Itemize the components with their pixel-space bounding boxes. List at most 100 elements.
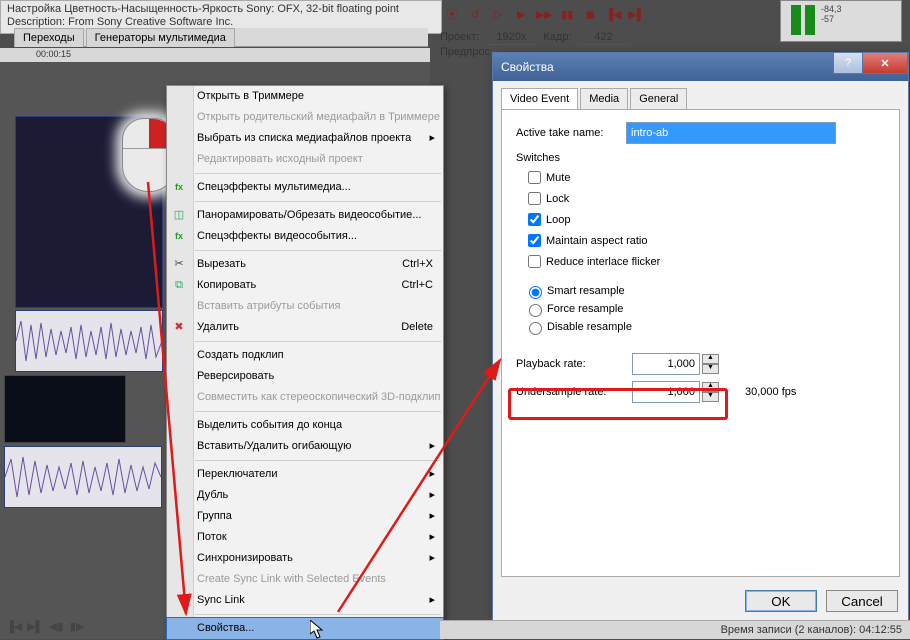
loop-label: Loop xyxy=(546,214,570,226)
meter-bar-r xyxy=(805,5,815,35)
pause-icon[interactable]: ▮▮ xyxy=(558,6,576,24)
playback-rate-down-icon[interactable]: ▼ xyxy=(702,364,719,374)
tab-media[interactable]: Media xyxy=(580,88,628,110)
menu-create-subclip[interactable]: Создать подклип xyxy=(167,345,443,366)
menu-insert-remove-envelope[interactable]: Вставить/Удалить огибающую▸ xyxy=(167,436,443,457)
frame-value: 422 xyxy=(579,30,629,45)
close-button[interactable]: ✕ xyxy=(862,53,908,74)
menu-media-fx[interactable]: fxСпецэффекты мультимедиа... xyxy=(167,177,443,198)
separator xyxy=(195,250,441,251)
menu-edit-source-project: Редактировать исходный проект xyxy=(167,149,443,170)
playback-rate-label: Playback rate: xyxy=(516,358,632,370)
menu-properties[interactable]: Свойства... xyxy=(166,617,444,640)
plugin-title: Настройка Цветность-Насыщенность-Яркость… xyxy=(7,3,435,16)
dialog-title: Свойства xyxy=(501,60,554,74)
menu-reverse[interactable]: Реверсировать xyxy=(167,366,443,387)
fx-icon: fx xyxy=(171,229,187,243)
disable-resample-label: Disable resample xyxy=(547,321,632,333)
annotation-highlight xyxy=(508,388,728,420)
ok-button[interactable]: OK xyxy=(745,590,817,612)
next-icon[interactable]: ▶▌ xyxy=(628,6,646,24)
active-take-name-input[interactable] xyxy=(626,122,836,144)
record-time-label: Время записи (2 каналов): 04:12:55 xyxy=(721,624,902,636)
menu-select-events-to-end[interactable]: Выделить события до конца xyxy=(167,415,443,436)
status-bar: Время записи (2 каналов): 04:12:55 xyxy=(440,620,910,639)
playback-rate-input[interactable] xyxy=(632,353,700,375)
menu-switches[interactable]: Переключатели▸ xyxy=(167,464,443,485)
menu-open-parent-trimmer: Открыть родительский медиафайл в Триммер… xyxy=(167,107,443,128)
menu-event-fx[interactable]: fxСпецэффекты видеособытия... xyxy=(167,226,443,247)
menu-select-from-media-list[interactable]: Выбрать из списка медиафайлов проекта▸ xyxy=(167,128,443,149)
menu-copy[interactable]: ⧉КопироватьCtrl+C xyxy=(167,275,443,296)
play-icon[interactable]: ▶ xyxy=(512,6,530,24)
properties-dialog: Свойства ? ✕ Video Event Media General A… xyxy=(492,52,909,621)
menu-synchronize[interactable]: Синхронизировать▸ xyxy=(167,548,443,569)
time-ruler[interactable]: 00:00:15 xyxy=(0,48,430,62)
meter-bar-l xyxy=(791,5,801,35)
mute-label: Mute xyxy=(546,172,570,184)
menu-pan-crop[interactable]: ◫Панорамировать/Обрезать видеособытие... xyxy=(167,205,443,226)
tab-video-event[interactable]: Video Event xyxy=(501,88,578,110)
smart-resample-radio[interactable] xyxy=(529,286,542,299)
force-resample-radio[interactable] xyxy=(529,304,542,317)
video-thumbnail[interactable] xyxy=(4,375,126,443)
menu-group[interactable]: Группа▸ xyxy=(167,506,443,527)
force-resample-label: Force resample xyxy=(547,303,623,315)
menu-cut[interactable]: ✂ВырезатьCtrl+X xyxy=(167,254,443,275)
menu-delete[interactable]: ✖УдалитьDelete xyxy=(167,317,443,338)
preview-label: Предпрос xyxy=(440,46,490,58)
dialog-titlebar[interactable]: Свойства ? ✕ xyxy=(493,53,908,81)
record-icon[interactable]: ⦿ xyxy=(443,6,461,24)
go-end-icon[interactable]: ▶▌ xyxy=(27,620,43,636)
menu-sync-link[interactable]: Sync Link▸ xyxy=(167,590,443,611)
mute-checkbox[interactable] xyxy=(528,171,541,184)
separator xyxy=(195,341,441,342)
go-start-icon[interactable]: ▐◀ xyxy=(6,620,22,636)
step-back-icon[interactable]: ◀▮ xyxy=(48,620,64,636)
scissors-icon: ✂ xyxy=(171,257,187,271)
tab-general[interactable]: General xyxy=(630,88,687,110)
lock-checkbox[interactable] xyxy=(528,192,541,205)
tab-page-video-event: Active take name: Switches Mute Lock Loo… xyxy=(501,109,900,577)
ruler-time: 00:00:15 xyxy=(36,49,71,59)
menu-stream[interactable]: Поток▸ xyxy=(167,527,443,548)
tab-media-generators[interactable]: Генераторы мультимедиа xyxy=(86,28,235,47)
prev-icon[interactable]: ▐◀ xyxy=(604,6,622,24)
smart-resample-label: Smart resample xyxy=(547,285,625,297)
separator xyxy=(195,201,441,202)
aspect-checkbox[interactable] xyxy=(528,234,541,247)
transport-bar: ⦿ ↺ ▷ ▶ ▶▶ ▮▮ ◼ ▐◀ ▶▌ xyxy=(443,6,648,24)
audio-clip-1[interactable] xyxy=(15,310,163,372)
help-button[interactable]: ? xyxy=(833,53,863,74)
fx-icon: fx xyxy=(171,180,187,194)
project-resolution: 1920x xyxy=(486,30,536,45)
pan-crop-icon: ◫ xyxy=(171,208,187,222)
interlace-label: Reduce interlace flicker xyxy=(546,256,660,268)
step-fwd-icon[interactable]: ▮▶ xyxy=(69,620,85,636)
fps-readout: 30,000 fps xyxy=(745,386,796,398)
separator xyxy=(195,614,441,615)
loop-checkbox[interactable] xyxy=(528,213,541,226)
stop-icon[interactable]: ◼ xyxy=(581,6,599,24)
disable-resample-radio[interactable] xyxy=(529,322,542,335)
audio-meter: -84,3-57 xyxy=(780,0,902,42)
menu-open-trimmer[interactable]: Открыть в Триммере xyxy=(167,86,443,107)
play-ff-icon[interactable]: ▶▶ xyxy=(535,6,553,24)
play-start-icon[interactable]: ▷ xyxy=(489,6,507,24)
tab-transitions[interactable]: Переходы xyxy=(14,28,84,47)
delete-icon: ✖ xyxy=(171,320,187,334)
menu-create-sync-link: Create Sync Link with Selected Events xyxy=(167,569,443,590)
cancel-button[interactable]: Cancel xyxy=(826,590,898,612)
menu-take[interactable]: Дубль▸ xyxy=(167,485,443,506)
loop-icon[interactable]: ↺ xyxy=(466,6,484,24)
aspect-label: Maintain aspect ratio xyxy=(546,235,648,247)
playback-rate-up-icon[interactable]: ▲ xyxy=(702,354,719,364)
menu-pair-stereo3d: Совместить как стереоскопический 3D-подк… xyxy=(167,387,443,408)
menu-paste-event-attributes: Вставить атрибуты события xyxy=(167,296,443,317)
interlace-checkbox[interactable] xyxy=(528,255,541,268)
separator xyxy=(195,460,441,461)
timeline-transport: ▐◀ ▶▌ ◀▮ ▮▶ xyxy=(6,620,87,636)
media-gen-tabs: Переходы Генераторы мультимедиа xyxy=(14,28,428,47)
dialog-tabs: Video Event Media General xyxy=(501,87,900,109)
audio-clip-2[interactable] xyxy=(4,446,162,508)
